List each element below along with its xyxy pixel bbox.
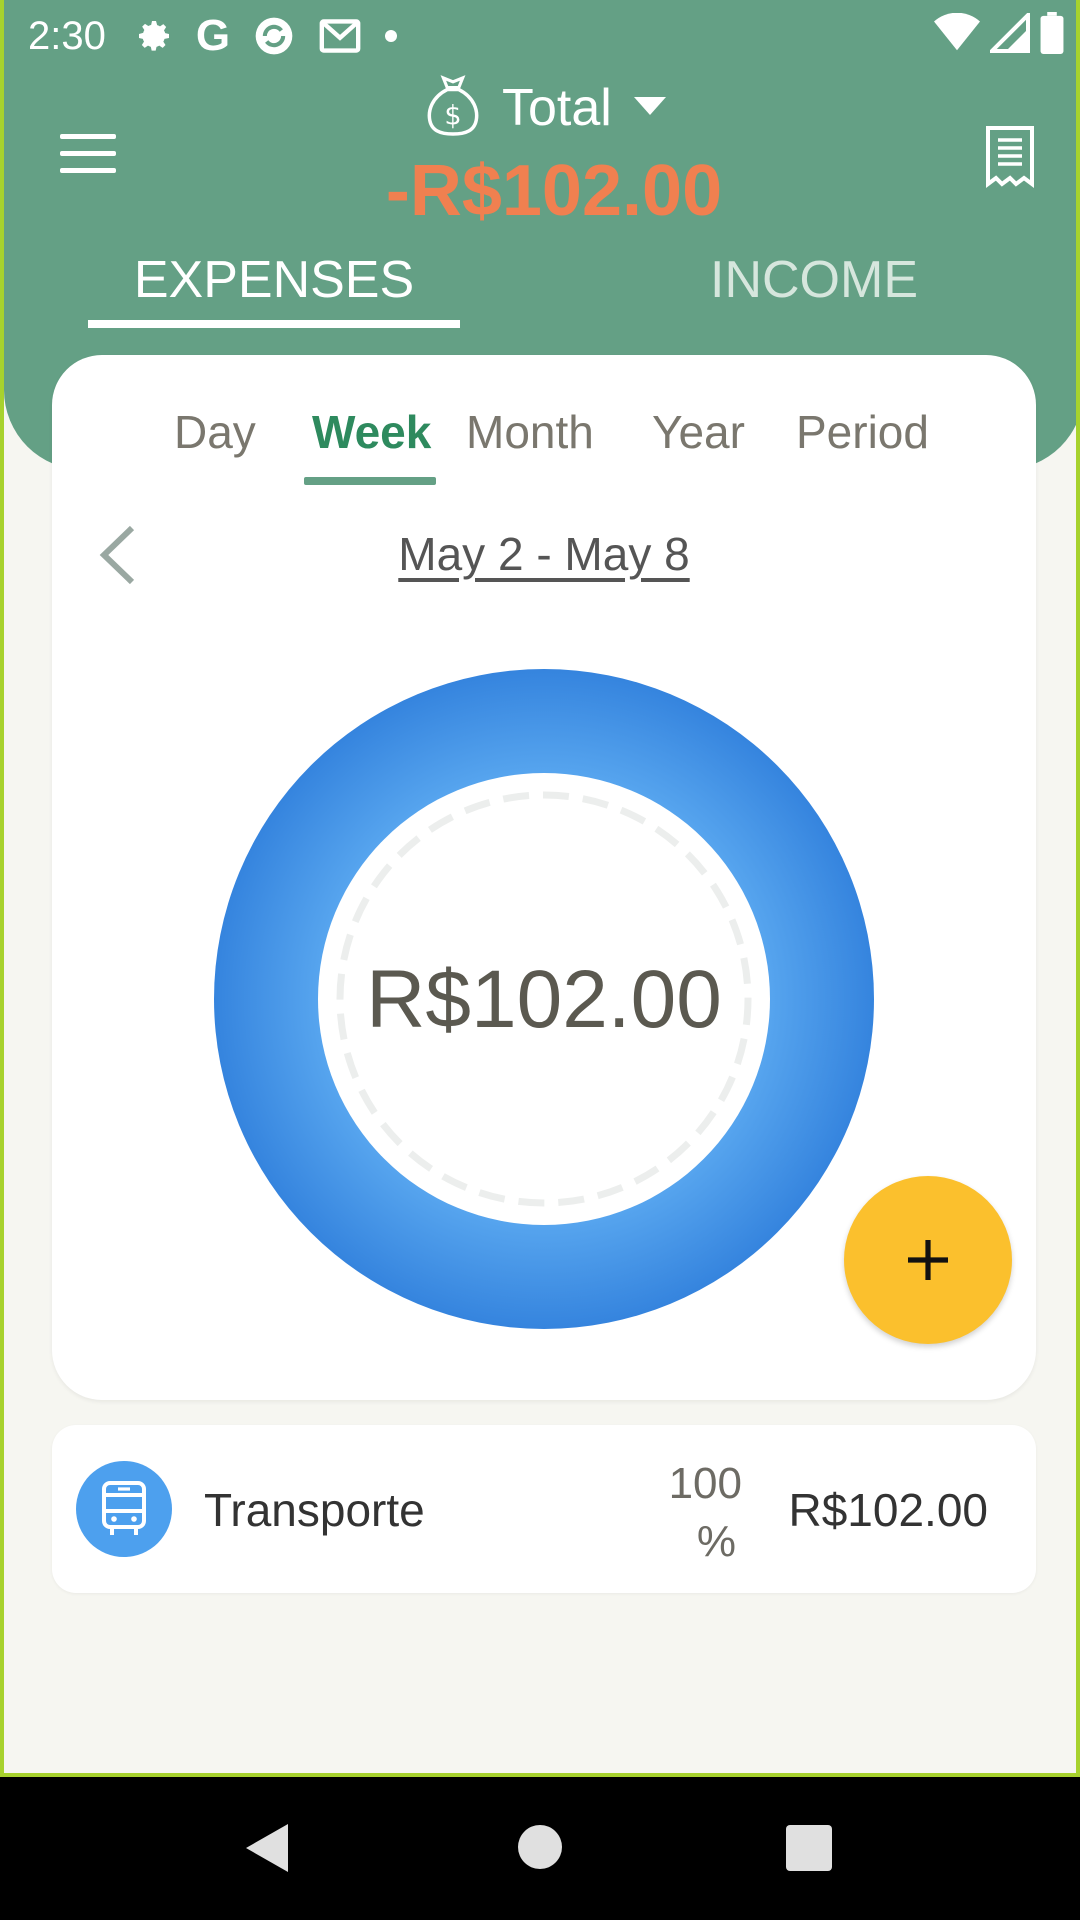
active-tab-indicator bbox=[88, 320, 460, 328]
nav-back-button[interactable] bbox=[244, 1822, 290, 1879]
main-tabs: EXPENSES INCOME bbox=[4, 250, 1076, 330]
nav-home-button[interactable] bbox=[518, 1825, 562, 1869]
signal-icon bbox=[987, 10, 1030, 58]
account-selector[interactable]: $ Total bbox=[424, 72, 668, 143]
bus-icon bbox=[102, 1481, 146, 1535]
wifi-icon bbox=[934, 12, 980, 58]
nav-recents-button[interactable] bbox=[786, 1825, 832, 1871]
account-label: Total bbox=[502, 78, 612, 137]
sync-icon bbox=[252, 14, 296, 58]
app-screen: 2:30 G $ Total -R$102.00 EXPENSES INCOME… bbox=[0, 0, 1080, 1777]
tab-expenses[interactable]: EXPENSES bbox=[88, 250, 460, 310]
total-balance: -R$102.00 bbox=[385, 151, 723, 231]
period-tab-month[interactable]: Month bbox=[466, 405, 594, 459]
chevron-down-icon bbox=[632, 93, 668, 122]
menu-icon bbox=[60, 134, 116, 139]
category-name: Transporte bbox=[204, 1484, 425, 1536]
period-tab-year[interactable]: Year bbox=[652, 405, 745, 459]
category-amount: R$102.00 bbox=[788, 1484, 989, 1536]
plus-icon bbox=[908, 1240, 948, 1280]
status-icons-right bbox=[934, 10, 1064, 59]
status-icons: G bbox=[134, 11, 398, 61]
system-nav-bar bbox=[0, 1777, 1080, 1920]
money-bag-icon: $ bbox=[424, 72, 482, 143]
tab-income[interactable]: INCOME bbox=[628, 250, 1000, 310]
status-bar: 2:30 G bbox=[4, 0, 1076, 72]
google-icon: G bbox=[195, 11, 231, 60]
mail-icon bbox=[318, 16, 362, 56]
category-percent-sign: % bbox=[696, 1517, 736, 1566]
period-tab-indicator bbox=[304, 477, 436, 485]
svg-text:$: $ bbox=[444, 100, 461, 131]
add-transaction-button[interactable] bbox=[844, 1176, 1012, 1344]
status-time: 2:30 bbox=[28, 13, 106, 58]
category-icon bbox=[76, 1461, 172, 1557]
battery-icon bbox=[1040, 12, 1064, 59]
category-percent-value: 100 bbox=[668, 1459, 742, 1508]
category-row[interactable]: Transporte 100 % R$102.00 bbox=[52, 1425, 1036, 1593]
period-tab-week[interactable]: Week bbox=[312, 405, 431, 459]
date-range[interactable]: May 2 - May 8 bbox=[52, 527, 1036, 581]
settings-icon bbox=[134, 16, 174, 56]
dot-icon bbox=[384, 29, 398, 43]
back-triangle-icon bbox=[246, 1824, 288, 1872]
donut-center-amount: R$102.00 bbox=[366, 954, 722, 1045]
period-tab-day[interactable]: Day bbox=[174, 405, 256, 459]
category-percent: 100 % bbox=[642, 1455, 742, 1571]
period-tab-period[interactable]: Period bbox=[796, 405, 929, 459]
